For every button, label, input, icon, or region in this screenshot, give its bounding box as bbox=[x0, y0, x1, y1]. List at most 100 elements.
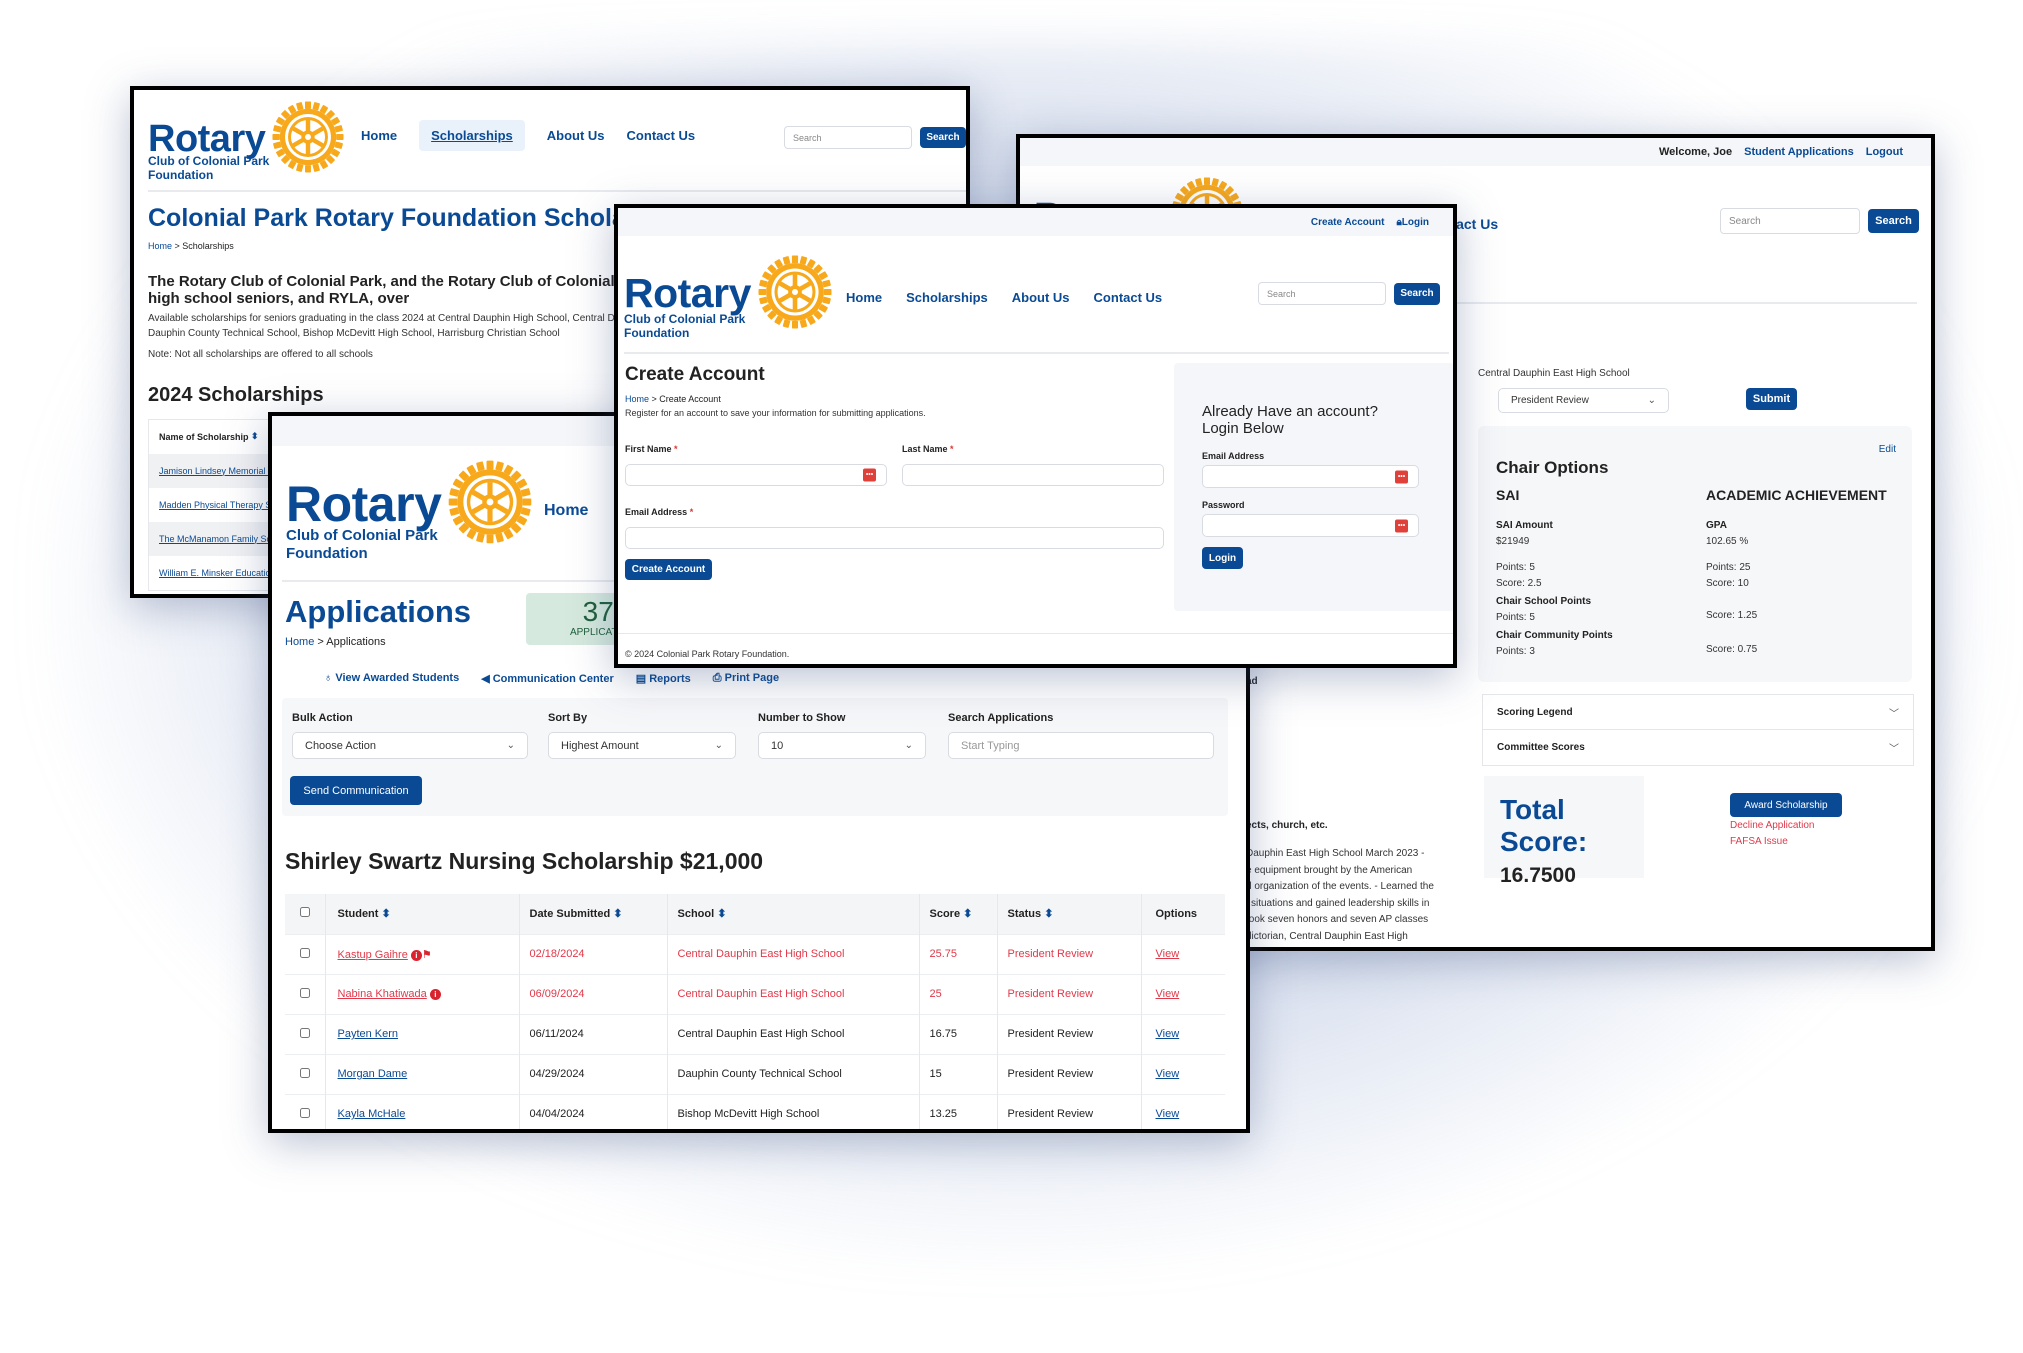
select-all-checkbox[interactable] bbox=[285, 894, 326, 934]
sort-icon: ⬍ bbox=[251, 431, 259, 441]
student-link[interactable]: Payten Kern bbox=[338, 1028, 399, 1040]
search-button[interactable]: Search bbox=[1868, 209, 1919, 233]
nav-scholarships[interactable]: Scholarships bbox=[419, 120, 525, 151]
row-checkbox[interactable] bbox=[285, 934, 326, 974]
login-button[interactable]: Login bbox=[1202, 547, 1243, 569]
bulk-action-label: Bulk Action bbox=[292, 712, 353, 724]
breadcrumb-home[interactable]: Home bbox=[285, 636, 314, 648]
page-title: Applications bbox=[285, 594, 472, 629]
row-checkbox[interactable] bbox=[285, 1014, 326, 1054]
bulk-action-select[interactable]: Choose Action ⌄ bbox=[292, 732, 528, 759]
breadcrumb-home[interactable]: Home bbox=[148, 241, 172, 251]
reports-link[interactable]: ▤ Reports bbox=[636, 672, 691, 685]
login-email-input[interactable]: ••• bbox=[1202, 465, 1419, 488]
column-school[interactable]: School ⬍ bbox=[667, 894, 920, 934]
login-email-label: Email Address bbox=[1202, 451, 1265, 461]
view-awarded-students-link[interactable]: ♁ View Awarded Students bbox=[324, 672, 459, 685]
edit-link[interactable]: Edit bbox=[1879, 444, 1896, 455]
options-cell: View bbox=[1141, 1054, 1225, 1094]
column-date[interactable]: Date Submitted ⬍ bbox=[519, 894, 668, 934]
column-status[interactable]: Status ⬍ bbox=[997, 894, 1142, 934]
logout-link[interactable]: Logout bbox=[1866, 146, 1903, 158]
submit-button[interactable]: Submit bbox=[1746, 388, 1797, 410]
nav-home[interactable]: Home bbox=[846, 290, 882, 305]
admin-search: Search Search bbox=[1720, 208, 1919, 234]
last-name-input[interactable] bbox=[902, 464, 1164, 486]
send-communication-button[interactable]: Send Communication bbox=[290, 776, 422, 805]
nav-about[interactable]: About Us bbox=[1012, 290, 1070, 305]
chevron-down-icon: ﹀ bbox=[1889, 744, 1899, 755]
decline-application-link[interactable]: Decline Application bbox=[1730, 820, 1815, 831]
breadcrumb-home[interactable]: Home bbox=[625, 394, 649, 404]
status-cell: President Review bbox=[997, 974, 1142, 1014]
password-manager-icon[interactable]: ••• bbox=[1395, 519, 1408, 532]
nav-scholarships[interactable]: Scholarships bbox=[906, 290, 988, 305]
column-score[interactable]: Score ⬍ bbox=[919, 894, 998, 934]
fafsa-issue-link[interactable]: FAFSA Issue bbox=[1730, 836, 1788, 847]
sort-icon: ⬍ bbox=[963, 908, 973, 921]
login-password-input[interactable]: ••• bbox=[1202, 514, 1419, 537]
search-input[interactable]: Search bbox=[1720, 208, 1860, 234]
row-checkbox[interactable] bbox=[285, 974, 326, 1014]
create-account-header: Rotary Club of Colonial Park Foundation … bbox=[624, 236, 1449, 354]
accordion-scoring-legend[interactable]: Scoring Legend ﹀ bbox=[1483, 695, 1913, 730]
breadcrumb: Home > Create Account bbox=[625, 394, 721, 404]
create-account-title: Create Account bbox=[625, 364, 765, 385]
login-link[interactable]: 🔒︎Login bbox=[1396, 217, 1429, 228]
nav-contact[interactable]: Contact Us bbox=[627, 128, 696, 143]
row-checkbox[interactable] bbox=[285, 1094, 326, 1129]
sort-by-select[interactable]: Highest Amount ⌄ bbox=[548, 732, 736, 759]
create-account-link[interactable]: Create Account bbox=[1311, 217, 1385, 228]
first-name-label: First Name * bbox=[625, 444, 678, 454]
table-row: Kastup Gaihre i ⚑ 02/18/2024 Central Dauphi… bbox=[285, 934, 1225, 974]
password-manager-icon[interactable]: ••• bbox=[863, 468, 876, 482]
view-link[interactable]: View bbox=[1156, 1108, 1180, 1120]
search-applications-input[interactable]: Start Typing bbox=[948, 732, 1214, 759]
search-input[interactable]: Search bbox=[784, 126, 912, 149]
communication-center-link[interactable]: ◀ Communication Center bbox=[481, 672, 614, 685]
chevron-down-icon: ⌄ bbox=[714, 740, 723, 751]
award-scholarship-button[interactable]: Award Scholarship bbox=[1730, 793, 1842, 817]
footer-divider bbox=[618, 633, 1453, 634]
number-to-show-select[interactable]: 10 ⌄ bbox=[758, 732, 926, 759]
status-cell: President Review bbox=[997, 1054, 1142, 1094]
view-link[interactable]: View bbox=[1156, 1068, 1180, 1080]
logo-subtitle-2: Foundation bbox=[286, 545, 368, 562]
header-search: Search Search bbox=[784, 126, 966, 149]
nav-home[interactable]: Home bbox=[544, 502, 588, 520]
nav-contact[interactable]: Contact Us bbox=[1094, 290, 1163, 305]
info-icon[interactable]: i bbox=[429, 989, 441, 1000]
nav-home[interactable]: Home bbox=[361, 128, 397, 143]
row-checkbox[interactable] bbox=[285, 1054, 326, 1094]
password-manager-icon[interactable]: ••• bbox=[1395, 470, 1408, 483]
student-link[interactable]: Kastup Gaihre bbox=[338, 949, 408, 961]
flag-icon[interactable]: ⚑ bbox=[422, 949, 432, 961]
student-link[interactable]: Morgan Dame bbox=[338, 1068, 408, 1080]
search-button[interactable]: Search bbox=[920, 127, 966, 148]
accordion-committee-scores[interactable]: Committee Scores ﹀ bbox=[1483, 730, 1913, 765]
search-button[interactable]: Search bbox=[1394, 282, 1440, 305]
date-cell: 06/11/2024 bbox=[519, 1014, 668, 1054]
view-link[interactable]: View bbox=[1156, 948, 1180, 960]
column-student[interactable]: Student ⬍ bbox=[325, 894, 520, 934]
view-link[interactable]: View bbox=[1156, 1028, 1180, 1040]
create-account-button[interactable]: Create Account bbox=[625, 559, 712, 580]
options-cell: View bbox=[1141, 1014, 1225, 1054]
student-applications-link[interactable]: Student Applications bbox=[1744, 146, 1854, 158]
search-input[interactable]: Search bbox=[1258, 282, 1386, 305]
admin-topbar: Welcome, Joe Student Applications Logout bbox=[1020, 138, 1931, 166]
nav-about[interactable]: About Us bbox=[547, 128, 605, 143]
first-name-input[interactable]: ••• bbox=[625, 464, 887, 486]
view-link[interactable]: View bbox=[1156, 988, 1180, 1000]
info-icon[interactable]: i bbox=[410, 949, 422, 961]
sort-icon: ⬍ bbox=[717, 908, 727, 921]
print-page-link[interactable]: ⎙ Print Page bbox=[713, 672, 779, 685]
email-input[interactable] bbox=[625, 527, 1164, 549]
student-link[interactable]: Kayla McHale bbox=[338, 1108, 406, 1120]
student-link[interactable]: Nabina Khatiwada bbox=[338, 988, 427, 1000]
rotary-logo[interactable]: Rotary Club of Colonial Park Foundation bbox=[286, 463, 533, 563]
rotary-logo[interactable]: Rotary Club of Colonial Park Foundation bbox=[148, 106, 345, 183]
chair-options-title: Chair Options bbox=[1496, 458, 1609, 477]
rotary-logo[interactable]: Rotary Club of Colonial Park Foundation bbox=[624, 258, 833, 341]
status-select[interactable]: President Review ⌄ bbox=[1498, 388, 1669, 413]
